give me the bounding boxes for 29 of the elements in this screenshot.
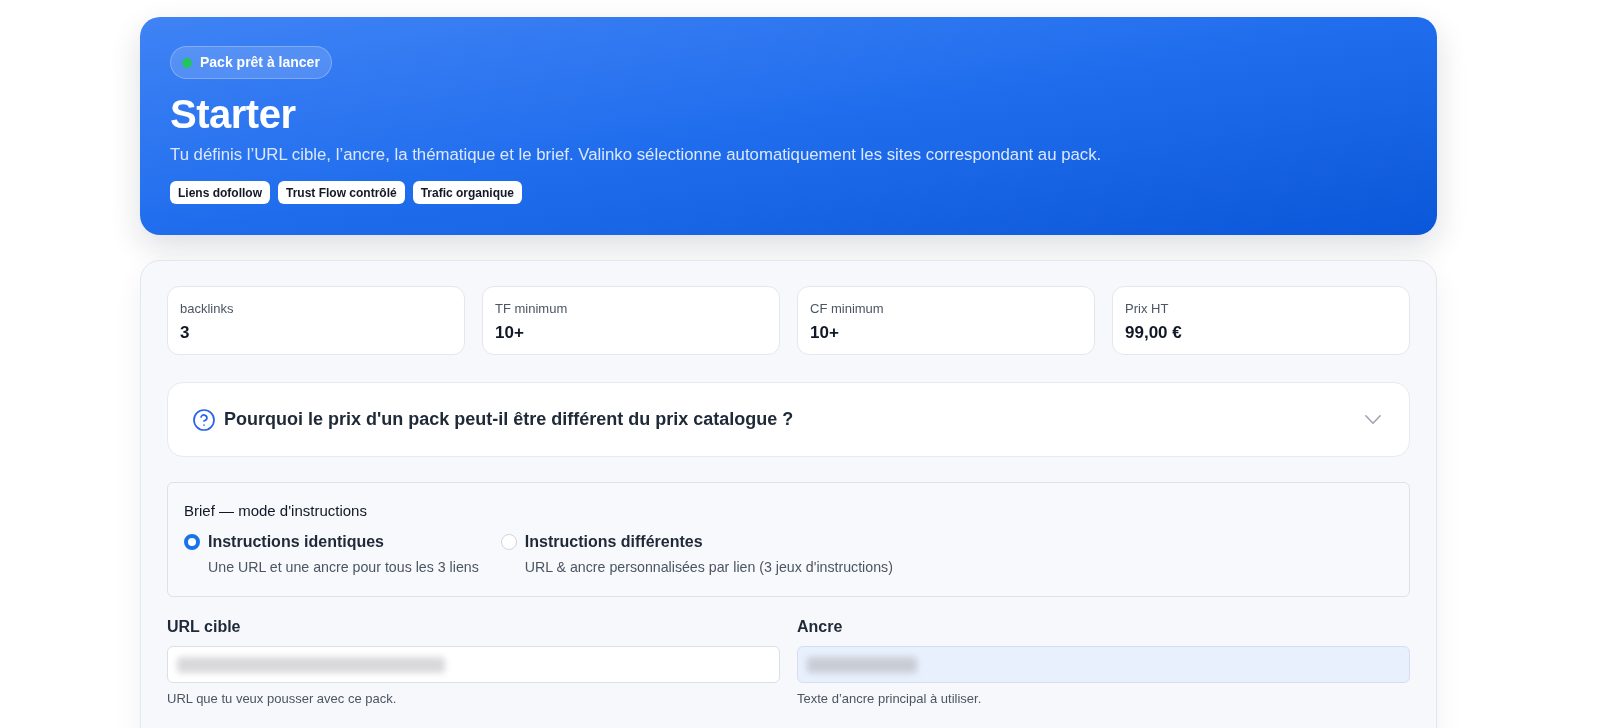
stat-label: TF minimum xyxy=(495,301,569,317)
feature-tag: Trafic organique xyxy=(412,181,523,204)
stat-label: backlinks xyxy=(180,301,235,317)
field-label: Ancre xyxy=(797,617,844,637)
pack-title: Starter xyxy=(170,92,296,136)
stat-value: 99,00 € xyxy=(1125,322,1183,343)
help-icon xyxy=(192,407,216,432)
stat-value: 3 xyxy=(180,322,191,343)
chevron-icon xyxy=(1365,415,1381,424)
stat-label: Prix HT xyxy=(1125,301,1170,317)
radio-button[interactable] xyxy=(184,534,200,550)
stat-label: CF minimum xyxy=(810,301,885,317)
pack-description: Tu définis l’URL cible, l’ancre, la thématique et le brief. Valinko sélectionne automatiquement les sites correspondant au pack. xyxy=(170,145,1102,165)
option-label[interactable]: Instructions identiques xyxy=(208,532,479,552)
brief-title: Brief — mode d'instructions xyxy=(184,501,368,521)
faq-accordion[interactable]: Pourquoi le prix d'un pack peut-il être différent du prix catalogue ? xyxy=(167,382,1410,457)
stat-value: 10+ xyxy=(810,322,840,343)
feature-tag: Liens dofollow xyxy=(170,181,270,204)
field-help: Texte d’ancre principal à utiliser. xyxy=(797,691,983,707)
input-field[interactable] xyxy=(167,646,780,683)
status-label: Pack prêt à lancer xyxy=(200,53,320,72)
option-description: URL & ancre personnalisées par lien (3 jeux d'instructions) xyxy=(524,558,893,576)
feature-tag: Trust Flow contrôlé xyxy=(278,181,405,204)
field-help: URL que tu veux pousser avec ce pack. xyxy=(167,691,398,707)
option-description: Une URL et une ancre pour tous les 3 liens xyxy=(208,558,479,576)
input-field[interactable] xyxy=(797,646,1410,683)
stat-value: 10+ xyxy=(495,322,525,343)
option-label[interactable]: Instructions différentes xyxy=(524,532,893,552)
field-label: URL cible xyxy=(167,617,242,637)
